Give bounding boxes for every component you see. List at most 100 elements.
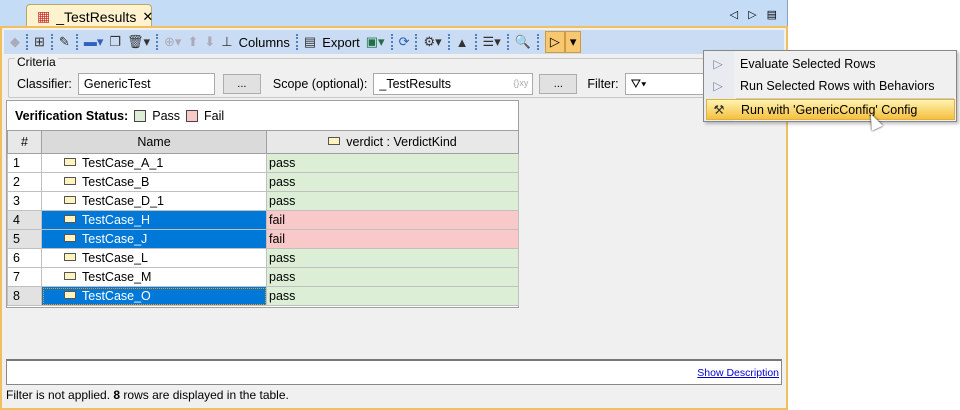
columns-button[interactable]: Columns: [239, 35, 290, 50]
tab-title: _TestResults: [56, 8, 137, 25]
table-row[interactable]: 4 TestCase_H fail: [7, 210, 519, 230]
scope-input[interactable]: _TestResults {}xy: [373, 73, 534, 95]
excel-icon[interactable]: ▣▾: [366, 34, 385, 50]
row-name-text: TestCase_O: [82, 289, 151, 303]
show-description-link[interactable]: Show Description: [697, 367, 779, 379]
row-number: 1: [7, 153, 42, 173]
refresh-icon[interactable]: ⟳: [399, 34, 410, 50]
table-row[interactable]: 1 TestCase_A_1 pass: [7, 153, 519, 173]
row-verdict[interactable]: pass: [266, 153, 519, 173]
header-verdict[interactable]: verdict : VerdictKind: [266, 130, 519, 154]
row-number: 5: [7, 229, 42, 249]
pass-swatch: [134, 109, 147, 122]
run-button[interactable]: ▷: [544, 31, 565, 53]
filter-icon[interactable]: ⛛▾: [631, 77, 647, 91]
up-icon[interactable]: ⬆: [187, 34, 198, 50]
header-verdict-label: verdict : VerdictKind: [346, 135, 457, 149]
row-name-text: TestCase_D_1: [82, 194, 164, 208]
header-name[interactable]: Name: [41, 130, 267, 154]
gear-icon[interactable]: ⚙▾: [423, 34, 441, 50]
row-verdict[interactable]: pass: [266, 267, 519, 287]
legend-pass: Pass: [152, 108, 181, 123]
scroll-right-icon[interactable]: ▷: [748, 8, 756, 21]
row-verdict[interactable]: pass: [266, 286, 519, 306]
row-name[interactable]: TestCase_H: [41, 210, 267, 230]
row-name[interactable]: TestCase_J: [41, 229, 267, 249]
play-icon: ▷: [713, 79, 723, 93]
editor-frame: ◆ ⊞ ✎ ▬▾ ❐ 🗑▾ ⊕▾ ⬆ ⬇ ⊥ Columns ▤ Export …: [0, 26, 788, 410]
table-row[interactable]: 3 TestCase_D_1 pass: [7, 191, 519, 211]
row-name[interactable]: TestCase_M: [41, 267, 267, 287]
table-row[interactable]: 7 TestCase_M pass: [7, 267, 519, 287]
run-menu: ▷ Evaluate Selected Rows ▷ Run Selected Ro…: [703, 50, 957, 122]
verification-legend: Verification Status: Pass Fail: [7, 101, 518, 130]
scroll-left-icon[interactable]: ◁: [730, 8, 738, 21]
scope-browse-button[interactable]: ...: [539, 74, 578, 94]
table-icon: ▦: [37, 8, 51, 24]
close-icon[interactable]: ✕: [142, 9, 153, 25]
row-name-text: TestCase_B: [82, 175, 150, 189]
columns-icon: ⊥: [221, 34, 233, 49]
menu-label: Run Selected Rows with Behaviors: [740, 78, 935, 93]
delete-icon[interactable]: 🗑▾: [127, 34, 150, 50]
scope-label: Scope (optional):: [272, 77, 368, 91]
menu-item-run-with-behaviors[interactable]: ▷ Run Selected Rows with Behaviors: [706, 75, 955, 96]
copy-icon[interactable]: ❐: [109, 34, 121, 50]
window: ▦ _TestResults ✕ ◁ ▷ ▤ ◆ ⊞ ✎ ▬▾ ❐ 🗑▾ ⊕▾ …: [0, 0, 788, 410]
table-row[interactable]: 8 TestCase_O pass: [7, 286, 519, 306]
row-number: 2: [7, 172, 42, 192]
menu-item-evaluate-selected-rows[interactable]: ▷ Evaluate Selected Rows: [706, 53, 955, 74]
description-panel: Show Description: [6, 359, 782, 385]
list-icon[interactable]: ☰▾: [483, 34, 501, 50]
row-name-text: TestCase_M: [82, 270, 152, 284]
row-verdict[interactable]: pass: [266, 172, 519, 192]
filter-label: Filter:: [587, 77, 619, 91]
back-icon[interactable]: ◆: [10, 34, 20, 50]
row-number: 6: [7, 248, 42, 268]
tree-icon[interactable]: ⊞: [34, 34, 45, 50]
toolbar: ◆ ⊞ ✎ ▬▾ ❐ 🗑▾ ⊕▾ ⬆ ⬇ ⊥ Columns ▤ Export …: [4, 30, 784, 54]
test-case-icon: [64, 177, 76, 185]
collapse-icon[interactable]: ▲: [456, 35, 469, 50]
tools-icon: ⚒: [713, 103, 725, 117]
table-row[interactable]: 2 TestCase_B pass: [7, 172, 519, 192]
legend-fail: Fail: [204, 108, 225, 123]
row-name-text: TestCase_H: [82, 213, 151, 227]
table-row[interactable]: 6 TestCase_L pass: [7, 248, 519, 268]
header-num[interactable]: #: [7, 130, 42, 154]
expression-icon[interactable]: {}xy: [513, 78, 528, 88]
run-dropdown-button[interactable]: ▾: [564, 31, 582, 53]
classifier-input[interactable]: GenericTest: [77, 73, 215, 95]
row-name-text: TestCase_L: [82, 251, 149, 265]
criteria-legend: Criteria: [15, 55, 58, 69]
property-icon: [328, 137, 341, 145]
row-verdict[interactable]: pass: [266, 248, 519, 268]
criteria-group: Criteria Classifier: GenericTest ... Sco…: [8, 55, 782, 98]
row-number: 8: [7, 286, 42, 306]
search-icon[interactable]: 🔍: [515, 34, 531, 50]
status-bar: Filter is not applied. 8 rows are displa…: [6, 388, 289, 402]
row-verdict[interactable]: fail: [266, 229, 519, 249]
row-name[interactable]: TestCase_L: [41, 248, 267, 268]
export-button[interactable]: Export: [322, 35, 360, 50]
tab-list-icon[interactable]: ▤: [767, 8, 777, 21]
row-name[interactable]: TestCase_B: [41, 172, 267, 192]
menu-item-run-with-config[interactable]: ⚒ Run with 'GenericConfig' Config: [706, 99, 955, 120]
row-name[interactable]: TestCase_A_1: [41, 153, 267, 173]
row-verdict[interactable]: fail: [266, 210, 519, 230]
tab-testresults[interactable]: ▦ _TestResults ✕: [26, 4, 153, 28]
edit-icon[interactable]: ✎: [59, 34, 70, 50]
add-row-icon[interactable]: ▬▾: [84, 34, 104, 50]
status-suffix: rows are displayed in the table.: [120, 388, 289, 402]
classifier-browse-button[interactable]: ...: [222, 74, 261, 94]
play-icon: ▷: [549, 34, 560, 49]
row-verdict[interactable]: pass: [266, 191, 519, 211]
down-icon[interactable]: ⬇: [204, 34, 215, 50]
row-name[interactable]: TestCase_D_1: [41, 191, 267, 211]
row-name[interactable]: TestCase_O: [41, 286, 267, 306]
row-number: 4: [7, 210, 42, 230]
status-prefix: Filter is not applied.: [6, 388, 114, 402]
table-row[interactable]: 5 TestCase_J fail: [7, 229, 519, 249]
move-icon[interactable]: ⊕▾: [164, 34, 181, 50]
classifier-label: Classifier:: [17, 77, 72, 91]
